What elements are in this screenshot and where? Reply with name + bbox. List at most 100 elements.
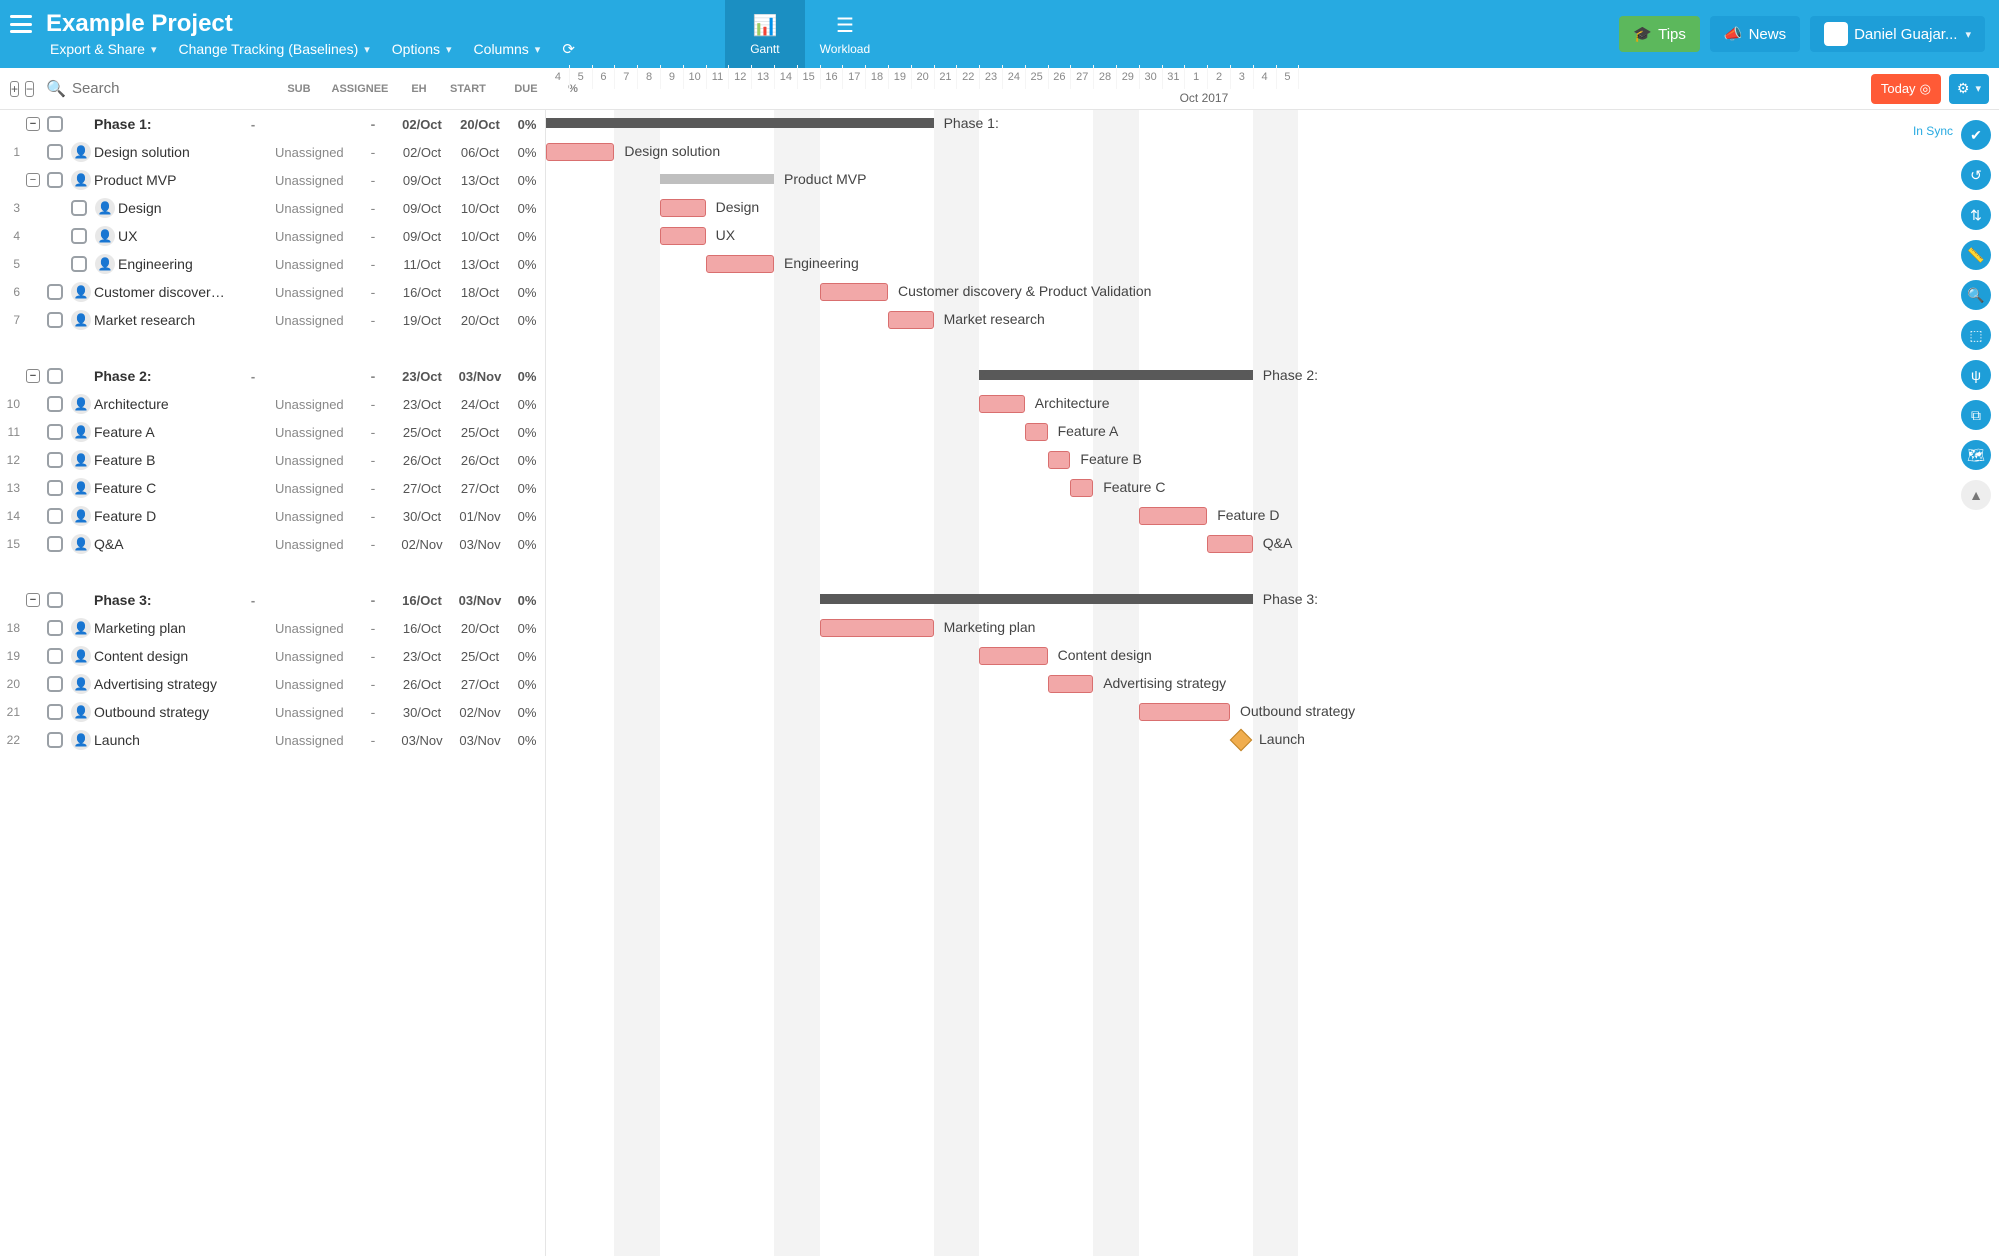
today-button[interactable]: Today◎: [1871, 74, 1941, 104]
task-row[interactable]: 21👤Outbound strategyUnassigned-30/Oct02/…: [0, 698, 545, 726]
assignee-icon[interactable]: 👤: [95, 226, 115, 246]
task-bar[interactable]: [1139, 703, 1230, 721]
assignee-icon[interactable]: 👤: [71, 478, 91, 498]
task-name[interactable]: Q&A: [94, 536, 231, 552]
task-bar[interactable]: [1070, 479, 1093, 497]
task-bar[interactable]: [1139, 507, 1207, 525]
assignee-icon[interactable]: 👤: [71, 506, 91, 526]
task-row[interactable]: 13👤Feature CUnassigned-27/Oct27/Oct0%: [0, 474, 545, 502]
collapse-toggle[interactable]: −: [26, 369, 40, 383]
task-checkbox[interactable]: [47, 536, 63, 552]
task-bar[interactable]: [979, 647, 1047, 665]
assignee-icon[interactable]: 👤: [71, 450, 91, 470]
task-row[interactable]: 12👤Feature BUnassigned-26/Oct26/Oct0%: [0, 446, 545, 474]
undo-icon[interactable]: ↺: [1961, 160, 1991, 190]
task-row[interactable]: −👤Product MVPUnassigned-09/Oct13/Oct0%: [0, 166, 545, 194]
task-name[interactable]: Feature A: [94, 424, 231, 440]
task-name[interactable]: Design: [118, 200, 231, 216]
task-row[interactable]: 20👤Advertising strategyUnassigned-26/Oct…: [0, 670, 545, 698]
task-checkbox[interactable]: [47, 508, 63, 524]
assignee-icon[interactable]: 👤: [71, 170, 91, 190]
ruler-icon[interactable]: 📏: [1961, 240, 1991, 270]
map-icon[interactable]: 🗺: [1961, 440, 1991, 470]
task-checkbox[interactable]: [47, 396, 63, 412]
collapse-all-button[interactable]: −: [25, 81, 34, 97]
task-row[interactable]: 5👤EngineeringUnassigned-11/Oct13/Oct0%: [0, 250, 545, 278]
summary-bar[interactable]: [820, 594, 1253, 604]
task-name[interactable]: Feature C: [94, 480, 231, 496]
gantt-chart[interactable]: Phase 1:Design solutionProduct MVPDesign…: [546, 110, 1999, 1256]
task-checkbox[interactable]: [47, 144, 63, 160]
collapse-toggle[interactable]: −: [26, 173, 40, 187]
tab-gantt[interactable]: 📊Gantt: [725, 0, 805, 68]
assignee-icon[interactable]: 👤: [71, 674, 91, 694]
task-checkbox[interactable]: [47, 116, 63, 132]
assignee-icon[interactable]: 👤: [71, 702, 91, 722]
task-row[interactable]: 7👤Market researchUnassigned-19/Oct20/Oct…: [0, 306, 545, 334]
task-checkbox[interactable]: [47, 424, 63, 440]
zoom-icon[interactable]: 🔍: [1961, 280, 1991, 310]
check-icon[interactable]: ✔: [1961, 120, 1991, 150]
select-icon[interactable]: ⬚: [1961, 320, 1991, 350]
task-row[interactable]: 14👤Feature DUnassigned-30/Oct01/Nov0%: [0, 502, 545, 530]
task-bar[interactable]: [1048, 451, 1071, 469]
task-row[interactable]: 10👤ArchitectureUnassigned-23/Oct24/Oct0%: [0, 390, 545, 418]
task-bar[interactable]: [820, 619, 934, 637]
refresh-icon[interactable]: ⟳: [562, 40, 575, 58]
task-bar[interactable]: [1025, 423, 1048, 441]
phase-row[interactable]: −Phase 2:--23/Oct03/Nov0%: [0, 362, 545, 390]
task-checkbox[interactable]: [47, 368, 63, 384]
sort-icon[interactable]: ⇅: [1961, 200, 1991, 230]
task-name[interactable]: Architecture: [94, 396, 231, 412]
task-name[interactable]: Phase 2:: [94, 368, 231, 384]
task-row[interactable]: 11👤Feature AUnassigned-25/Oct25/Oct0%: [0, 418, 545, 446]
task-checkbox[interactable]: [47, 284, 63, 300]
task-checkbox[interactable]: [71, 200, 87, 216]
summary-bar[interactable]: [546, 118, 934, 128]
task-row[interactable]: 1👤Design solutionUnassigned-02/Oct06/Oct…: [0, 138, 545, 166]
news-button[interactable]: 📣News: [1710, 16, 1800, 52]
task-row[interactable]: 3👤DesignUnassigned-09/Oct10/Oct0%: [0, 194, 545, 222]
assignee-icon[interactable]: 👤: [71, 282, 91, 302]
task-checkbox[interactable]: [47, 620, 63, 636]
task-checkbox[interactable]: [47, 172, 63, 188]
task-bar[interactable]: [979, 395, 1025, 413]
task-name[interactable]: Feature B: [94, 452, 231, 468]
task-name[interactable]: Feature D: [94, 508, 231, 524]
task-checkbox[interactable]: [71, 228, 87, 244]
task-checkbox[interactable]: [47, 676, 63, 692]
task-row[interactable]: 18👤Marketing planUnassigned-16/Oct20/Oct…: [0, 614, 545, 642]
task-checkbox[interactable]: [47, 732, 63, 748]
search-input[interactable]: [72, 80, 271, 97]
task-row[interactable]: 15👤Q&AUnassigned-02/Nov03/Nov0%: [0, 530, 545, 558]
task-name[interactable]: Phase 3:: [94, 592, 231, 608]
branch-icon[interactable]: ψ: [1961, 360, 1991, 390]
task-name[interactable]: Product MVP: [94, 172, 231, 188]
tab-workload[interactable]: ☰Workload: [805, 0, 885, 68]
assignee-icon[interactable]: 👤: [95, 198, 115, 218]
task-bar[interactable]: [1207, 535, 1253, 553]
task-checkbox[interactable]: [71, 256, 87, 272]
collapse-toggle[interactable]: −: [26, 593, 40, 607]
task-bar[interactable]: [706, 255, 774, 273]
task-name[interactable]: Marketing plan: [94, 620, 231, 636]
task-checkbox[interactable]: [47, 480, 63, 496]
assignee-icon[interactable]: 👤: [71, 142, 91, 162]
task-row[interactable]: 22👤LaunchUnassigned-03/Nov03/Nov0%: [0, 726, 545, 754]
user-menu[interactable]: Daniel Guajar...: [1810, 16, 1985, 52]
assignee-icon[interactable]: 👤: [71, 730, 91, 750]
phase-row[interactable]: −Phase 1:--02/Oct20/Oct0%: [0, 110, 545, 138]
task-name[interactable]: Engineering: [118, 256, 231, 272]
assignee-icon[interactable]: 👤: [71, 646, 91, 666]
task-checkbox[interactable]: [47, 704, 63, 720]
assignee-icon[interactable]: 👤: [71, 618, 91, 638]
task-bar[interactable]: [888, 311, 934, 329]
task-name[interactable]: Outbound strategy: [94, 704, 231, 720]
task-row[interactable]: 19👤Content designUnassigned-23/Oct25/Oct…: [0, 642, 545, 670]
settings-button[interactable]: ⚙: [1949, 74, 1989, 104]
milestone[interactable]: [1230, 729, 1253, 752]
scroll-top-icon[interactable]: ▲: [1961, 480, 1991, 510]
assignee-icon[interactable]: 👤: [71, 310, 91, 330]
task-name[interactable]: Phase 1:: [94, 116, 231, 132]
collapse-toggle[interactable]: −: [26, 117, 40, 131]
